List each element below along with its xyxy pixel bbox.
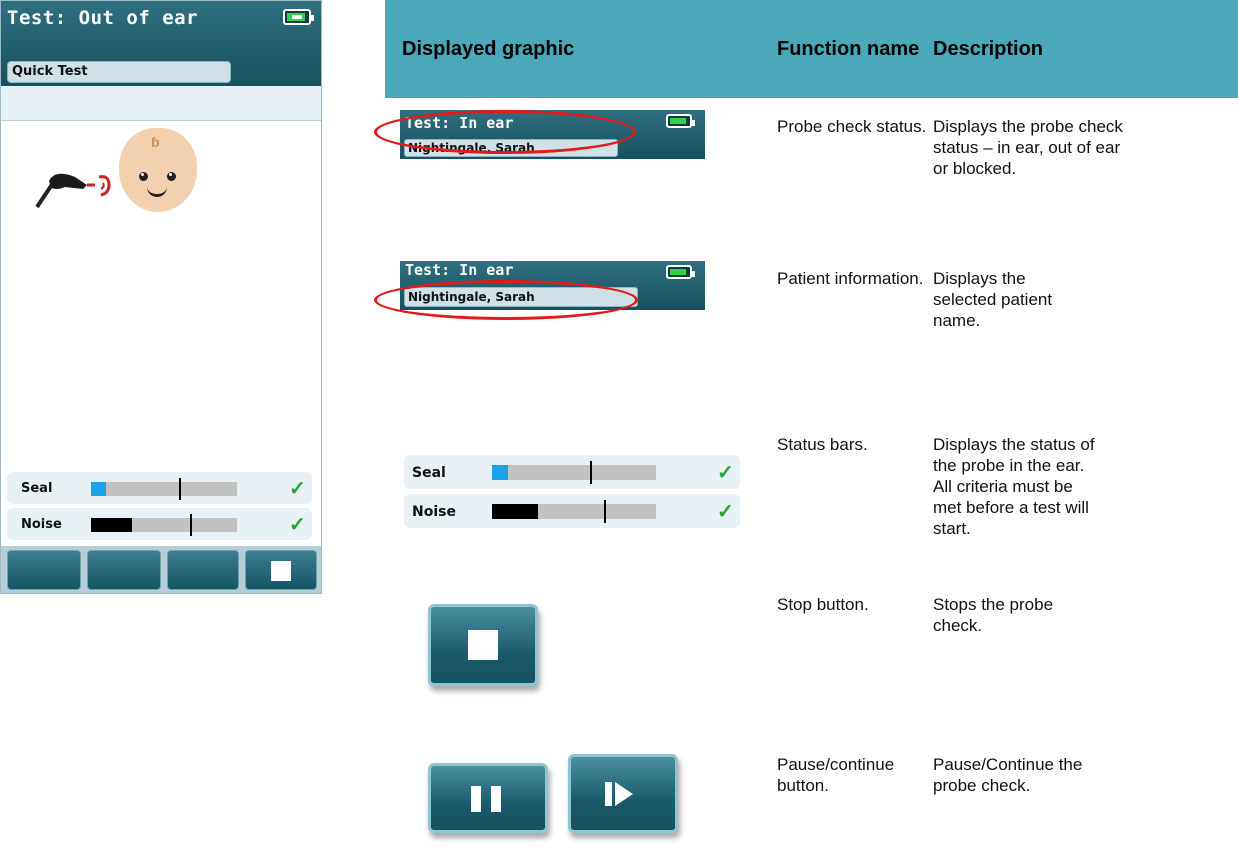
- pause-icon: [491, 786, 501, 812]
- battery-icon: [666, 114, 695, 128]
- noise-label: Noise: [21, 517, 62, 532]
- baby-face-icon: ɓ: [119, 128, 197, 212]
- play-button-graphic: [568, 754, 678, 833]
- header-description: Description: [933, 38, 1044, 60]
- description-probe-status: Displays the probe check status – in ear…: [933, 117, 1123, 178]
- graphic-seal-row: Seal ✓: [404, 455, 740, 489]
- function-status-bars: Status bars.: [777, 435, 868, 454]
- seal-status-row: Seal ✓: [7, 472, 312, 504]
- seal-bar: [91, 478, 237, 500]
- description-patient-info: Displays the selected patient name.: [933, 269, 1053, 330]
- softkey-2[interactable]: [87, 550, 161, 590]
- noise-bar: [91, 514, 237, 536]
- play-icon: [605, 782, 612, 806]
- checkmark-icon: ✓: [289, 478, 306, 500]
- function-stop-button: Stop button.: [777, 595, 869, 614]
- checkmark-icon: ✓: [289, 514, 306, 536]
- battery-icon: [283, 9, 314, 25]
- patient-name-field: Quick Test: [7, 61, 231, 83]
- seal-label: Seal: [412, 465, 446, 481]
- description-stop-button: Stops the probe check.: [933, 595, 1054, 635]
- function-probe-status: Probe check status.: [777, 117, 927, 136]
- device-toolbar: [1, 546, 321, 593]
- stop-icon: [271, 561, 291, 581]
- softkey-3[interactable]: [167, 550, 239, 590]
- noise-status-row: Noise ✓: [7, 508, 312, 540]
- stop-icon: [468, 630, 498, 660]
- description-pause-continue: Pause/Continue the probe check.: [933, 755, 1083, 795]
- header-function-name: Function name: [777, 38, 920, 60]
- pause-button-graphic: [428, 763, 548, 833]
- device-header: Test: Out of ear Quick Test: [1, 1, 321, 86]
- function-pause-continue: Pause/continue button.: [777, 755, 895, 795]
- seal-bar: [492, 461, 656, 484]
- graphic-noise-row: Noise ✓: [404, 494, 740, 528]
- seal-label: Seal: [21, 481, 53, 496]
- softkey-1[interactable]: [7, 550, 81, 590]
- noise-bar: [492, 500, 656, 523]
- checkmark-icon: ✓: [717, 462, 734, 484]
- description-status-bars: Displays the status of the probe in the …: [933, 435, 1095, 538]
- pause-icon: [471, 786, 481, 812]
- noise-label: Noise: [412, 504, 456, 520]
- stop-button[interactable]: [245, 550, 317, 590]
- function-patient-info: Patient information.: [777, 269, 924, 288]
- probe-status-title: Test: Out of ear: [7, 7, 199, 29]
- checkmark-icon: ✓: [717, 501, 734, 523]
- header-displayed-graphic: Displayed graphic: [402, 38, 575, 60]
- stop-button-graphic: [428, 604, 538, 686]
- highlight-ellipse: [374, 110, 636, 154]
- probe-icon: [35, 173, 111, 209]
- graphic-status-title: Test: In ear: [405, 261, 514, 279]
- info-band: [1, 86, 321, 121]
- device-screen: Test: Out of ear Quick Test ɓ Seal ✓ Noi…: [0, 0, 322, 594]
- play-icon: [615, 782, 633, 806]
- table-header: Displayed graphic Function name Descript…: [385, 0, 1238, 98]
- battery-icon: [666, 265, 695, 279]
- highlight-ellipse: [374, 280, 638, 320]
